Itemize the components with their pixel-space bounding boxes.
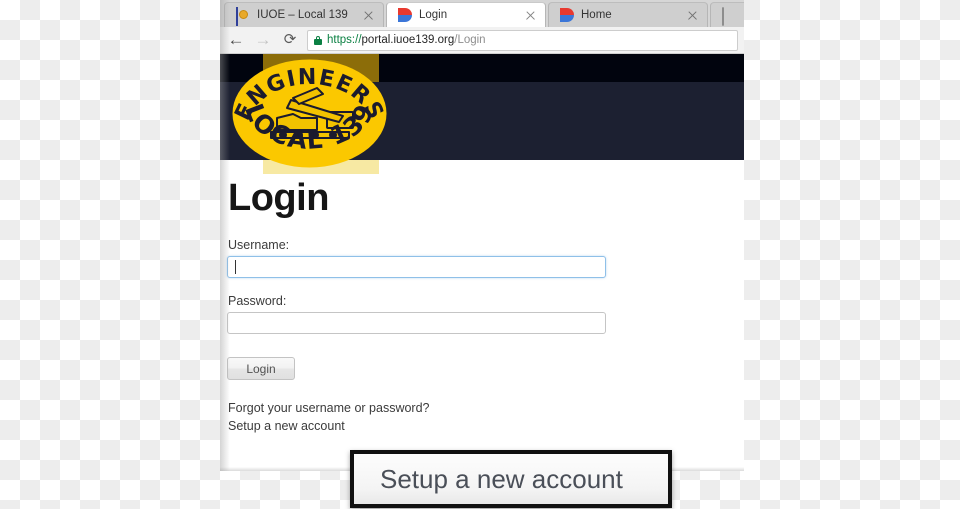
address-bar[interactable]: https://portal.iuoe139.org/Login	[307, 29, 738, 51]
tab-title: Login	[419, 9, 448, 21]
reload-icon[interactable]: ⟳	[279, 29, 301, 51]
magnified-callout-box: Setup a new account	[350, 450, 672, 508]
username-label: Username:	[228, 238, 290, 252]
blank-page-icon	[722, 7, 736, 26]
back-glyph: ←	[227, 30, 245, 49]
browser-tab-login[interactable]: Login	[386, 2, 546, 27]
tab-close-icon[interactable]	[685, 8, 700, 23]
web-page-content: ENGINEERS LOCAL 139 Login Username: Pass…	[220, 54, 744, 471]
forgot-credentials-link[interactable]: Forgot your username or password?	[220, 401, 744, 415]
text-caret	[235, 260, 236, 274]
password-label: Password:	[228, 294, 287, 308]
forward-glyph: →	[254, 30, 272, 49]
iuoe-logo-icon	[236, 7, 250, 26]
password-input[interactable]	[227, 312, 606, 334]
browser-tab-partial[interactable]	[710, 2, 744, 27]
tab-close-icon[interactable]	[523, 8, 538, 23]
setup-new-account-link[interactable]: Setup a new account	[220, 419, 744, 433]
back-arrow-icon[interactable]: ←	[225, 29, 247, 51]
callout-text: Setup a new account	[380, 463, 623, 494]
browser-tab-iuoe-local-139[interactable]: IUOE – Local 139	[224, 2, 384, 27]
url-path: /Login	[454, 34, 486, 46]
engineers-local-139-logo[interactable]: ENGINEERS LOCAL 139	[230, 58, 388, 169]
address-bar-url: https://portal.iuoe139.org/Login	[327, 34, 486, 46]
browser-window-screenshot: IUOE – Local 139 Login Home ← → ⟳ https:…	[220, 0, 744, 471]
browser-tab-strip: IUOE – Local 139 Login Home	[220, 0, 744, 27]
browser-tab-home[interactable]: Home	[548, 2, 708, 27]
login-form-container: Login Username: Password: Login Forgot y…	[220, 174, 744, 433]
forward-arrow-icon: →	[252, 29, 274, 51]
url-host: portal.iuoe139.org	[361, 34, 455, 46]
padlock-secure-icon	[314, 35, 322, 45]
browser-toolbar: ← → ⟳ https://portal.iuoe139.org/Login	[220, 27, 744, 54]
portal-d-icon	[560, 8, 574, 22]
page-title: Login	[228, 177, 329, 219]
username-input[interactable]	[227, 256, 606, 278]
reload-glyph: ⟳	[283, 31, 297, 48]
tab-title: IUOE – Local 139	[257, 9, 348, 21]
tab-title: Home	[581, 9, 612, 21]
portal-d-icon	[398, 8, 412, 22]
login-submit-button[interactable]: Login	[227, 357, 295, 380]
tab-close-icon[interactable]	[361, 8, 376, 23]
url-scheme: https://	[327, 34, 362, 46]
